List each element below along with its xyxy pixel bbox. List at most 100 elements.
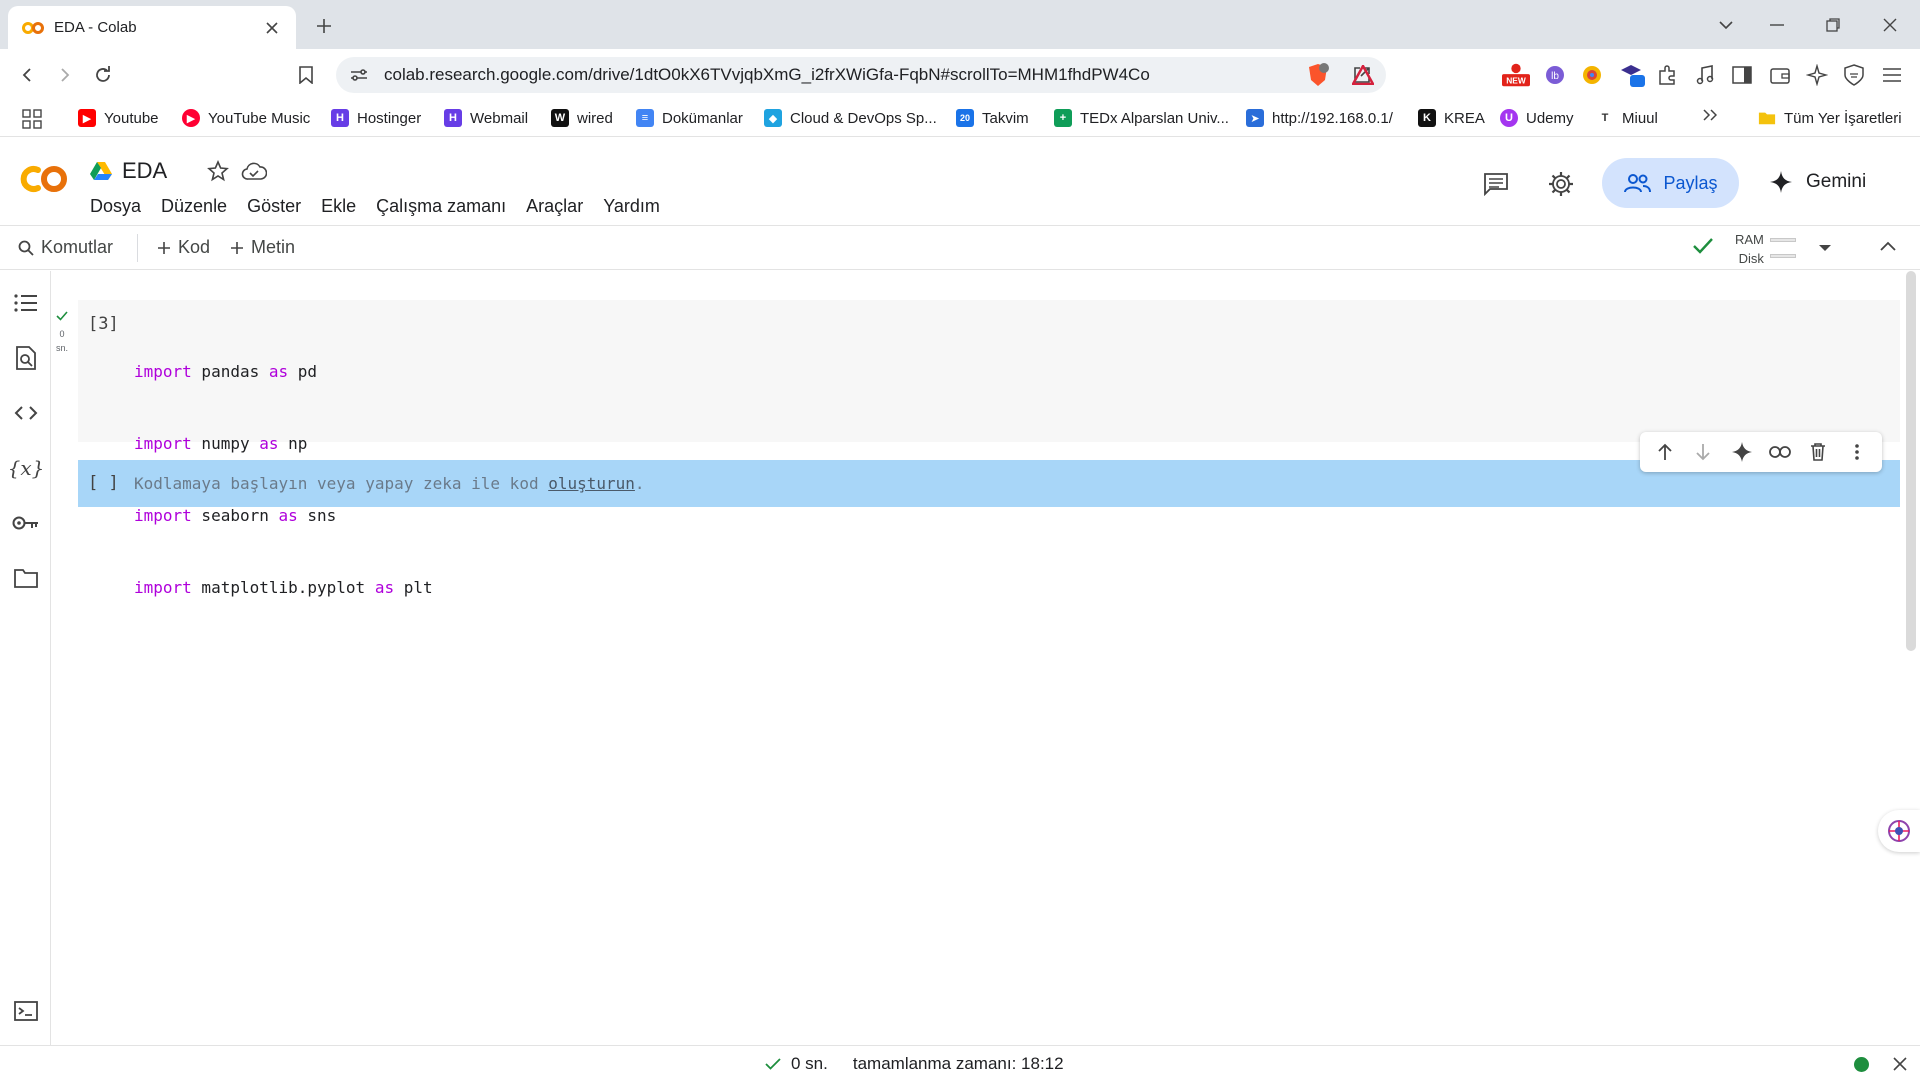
bookmark-dokumanlar[interactable]: ≡ Dokümanlar bbox=[636, 109, 743, 127]
bookmark-page-icon[interactable] bbox=[293, 62, 319, 88]
bookmark-cloud-devops[interactable]: ◆ Cloud & DevOps Sp... bbox=[764, 109, 937, 127]
gemini-sparkle-icon bbox=[1770, 171, 1792, 193]
table-of-contents-icon[interactable] bbox=[12, 289, 40, 317]
resource-monitor[interactable]: RAM Disk bbox=[1735, 230, 1764, 268]
status-bar: 0 sn. tamamlanma zamanı: 18:12 bbox=[0, 1045, 1920, 1080]
connected-check-icon[interactable] bbox=[1692, 237, 1714, 255]
runtime-dropdown-icon[interactable] bbox=[1818, 244, 1832, 252]
cell-placeholder[interactable]: Kodlamaya başlayın veya yapay zeka ile k… bbox=[134, 474, 645, 493]
move-down-icon[interactable] bbox=[1690, 439, 1716, 465]
close-status-icon[interactable] bbox=[1890, 1054, 1910, 1074]
udemy-icon: U bbox=[1500, 109, 1518, 127]
commands-button[interactable]: Komutlar bbox=[18, 237, 113, 258]
ram-usage-bar bbox=[1770, 238, 1796, 242]
bookmark-takvim[interactable]: 20 Takvim bbox=[956, 109, 1029, 127]
back-icon[interactable] bbox=[14, 62, 40, 88]
tab-title: EDA - Colab bbox=[54, 19, 137, 36]
share-button[interactable]: Paylaş bbox=[1602, 158, 1739, 208]
brave-rewards-icon[interactable] bbox=[1349, 61, 1377, 89]
bookmark-youtube-music[interactable]: ▶ YouTube Music bbox=[182, 109, 310, 127]
bookmark-krea[interactable]: K KREA bbox=[1418, 109, 1485, 127]
bookmark-miuul[interactable]: T Miuul bbox=[1596, 109, 1658, 127]
bookmark-router[interactable]: ➤ http://192.168.0.1/ bbox=[1246, 109, 1393, 127]
extension-grad-icon[interactable] bbox=[1618, 61, 1646, 89]
code-snippets-icon[interactable] bbox=[12, 399, 40, 427]
browser-tab[interactable]: EDA - Colab bbox=[8, 6, 296, 49]
delete-cell-icon[interactable] bbox=[1805, 439, 1831, 465]
bookmark-hostinger[interactable]: H Hostinger bbox=[331, 109, 421, 127]
files-folder-icon[interactable] bbox=[12, 564, 40, 592]
tab-close-icon[interactable] bbox=[262, 18, 282, 38]
url-text[interactable]: colab.research.google.com/drive/1dtO0kX6… bbox=[384, 65, 1352, 85]
menu-ekle[interactable]: Ekle bbox=[321, 196, 356, 217]
brave-shield-icon[interactable] bbox=[1304, 61, 1332, 89]
bookmark-tedx[interactable]: + TEDx Alparslan Univ... bbox=[1054, 109, 1229, 127]
run-cell-button[interactable]: [ ] bbox=[88, 473, 119, 493]
new-tab-icon[interactable] bbox=[312, 14, 336, 38]
reload-icon[interactable] bbox=[90, 62, 116, 88]
browser-menu-icon[interactable] bbox=[1878, 61, 1906, 89]
menu-yardim[interactable]: Yardım bbox=[603, 196, 660, 217]
gemini-cell-sparkle-icon[interactable] bbox=[1729, 439, 1755, 465]
collapse-header-icon[interactable] bbox=[1880, 241, 1896, 251]
add-code-button[interactable]: Kod bbox=[157, 237, 210, 258]
all-bookmarks-folder[interactable]: Tüm Yer İşaretleri bbox=[1758, 109, 1902, 127]
left-sidebar: {x} bbox=[0, 271, 51, 1045]
menu-araclar[interactable]: Araçlar bbox=[526, 196, 583, 217]
bookmark-udemy[interactable]: U Udemy bbox=[1500, 109, 1574, 127]
copy-link-icon[interactable] bbox=[1767, 439, 1793, 465]
new-extension-icon[interactable]: NEW bbox=[1502, 61, 1530, 89]
sheets-icon: + bbox=[1054, 109, 1072, 127]
bookmark-wired[interactable]: Wwired bbox=[551, 109, 613, 127]
gemini-label: Gemini bbox=[1806, 171, 1867, 192]
code-line: import matplotlib.pyplot as plt bbox=[134, 578, 433, 597]
move-up-icon[interactable] bbox=[1652, 439, 1678, 465]
gemini-button[interactable]: Gemini bbox=[1770, 162, 1866, 202]
colab-logo-icon[interactable] bbox=[18, 162, 70, 196]
add-text-button[interactable]: Metin bbox=[230, 237, 295, 258]
bookmarks-bar: ▶ Youtube ▶ YouTube Music H Hostinger H Webm… bbox=[0, 101, 1920, 137]
find-replace-icon[interactable] bbox=[12, 344, 40, 372]
kernel-status-indicator[interactable] bbox=[1854, 1057, 1869, 1072]
cloud-saved-icon[interactable] bbox=[241, 161, 268, 181]
variables-icon[interactable]: {x} bbox=[8, 454, 45, 482]
miuul-icon: T bbox=[1596, 109, 1614, 127]
address-bar[interactable]: colab.research.google.com/drive/1dtO0kX6… bbox=[336, 57, 1386, 93]
apps-grid-icon[interactable] bbox=[22, 109, 42, 129]
wallet-icon[interactable] bbox=[1766, 61, 1794, 89]
menu-dosya[interactable]: Dosya bbox=[90, 196, 141, 217]
secrets-key-icon[interactable] bbox=[12, 509, 40, 537]
bookmark-webmail[interactable]: H Webmail bbox=[444, 109, 528, 127]
menu-goster[interactable]: Göster bbox=[247, 196, 301, 217]
close-window-icon[interactable] bbox=[1877, 12, 1903, 38]
menu-calisma-zamani[interactable]: Çalışma zamanı bbox=[376, 196, 506, 217]
minimize-icon[interactable] bbox=[1764, 12, 1790, 38]
tab-search-chevron-icon[interactable] bbox=[1713, 12, 1739, 38]
leo-ai-icon[interactable] bbox=[1803, 61, 1831, 89]
bookmark-youtube[interactable]: ▶ Youtube bbox=[78, 109, 159, 127]
media-music-icon[interactable] bbox=[1691, 61, 1719, 89]
youtube-music-icon: ▶ bbox=[182, 109, 200, 127]
extension-color-icon[interactable] bbox=[1578, 61, 1606, 89]
extensions-puzzle-icon[interactable] bbox=[1654, 61, 1682, 89]
generate-code-link[interactable]: oluşturun bbox=[548, 474, 635, 493]
calendar-icon: 20 bbox=[956, 109, 974, 127]
site-settings-icon[interactable] bbox=[350, 68, 368, 82]
terminal-icon[interactable] bbox=[12, 997, 40, 1025]
execution-count[interactable]: [3] bbox=[88, 314, 119, 334]
star-icon[interactable] bbox=[207, 160, 230, 182]
forward-icon[interactable] bbox=[52, 62, 78, 88]
more-options-icon[interactable] bbox=[1844, 439, 1870, 465]
more-bookmarks-icon[interactable] bbox=[1703, 109, 1717, 121]
menu-duzenle[interactable]: Düzenle bbox=[161, 196, 227, 217]
notebook-title[interactable]: EDA bbox=[122, 158, 167, 184]
extension-lb-icon[interactable]: lb bbox=[1541, 61, 1569, 89]
sidebar-toggle-icon[interactable] bbox=[1728, 61, 1756, 89]
svg-text:NEW: NEW bbox=[1506, 75, 1526, 85]
comments-icon[interactable] bbox=[1480, 168, 1512, 200]
settings-gear-icon[interactable] bbox=[1545, 168, 1577, 200]
restore-icon[interactable] bbox=[1820, 12, 1846, 38]
vpn-shield-icon[interactable] bbox=[1840, 61, 1868, 89]
vertical-scrollbar[interactable] bbox=[1906, 271, 1916, 651]
floating-assistant-icon[interactable] bbox=[1878, 810, 1920, 852]
